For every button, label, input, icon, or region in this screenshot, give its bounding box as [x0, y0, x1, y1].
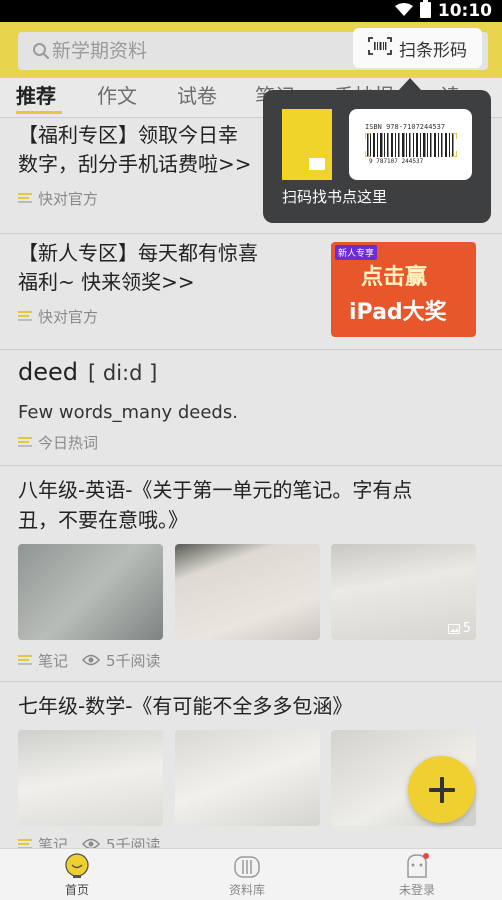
card-source: 快对官方 [38, 307, 99, 326]
card-source: 今日热词 [38, 433, 99, 452]
book-illustration [282, 109, 332, 180]
barcode-number: 9 787107 244537 [369, 158, 424, 165]
note-image[interactable] [175, 730, 320, 826]
note-image[interactable] [18, 730, 163, 826]
tab-exam[interactable]: 试卷 [177, 82, 217, 110]
nav-profile[interactable]: 未登录 [367, 853, 467, 899]
nav-label-profile: 未登录 [398, 883, 435, 897]
eye-icon [82, 838, 101, 848]
feed-card-english-note[interactable]: 八年级-英语-《关于第一单元的笔记。字有点 丑，不要在意哦。》 5 笔记 5千阅… [0, 466, 502, 682]
card-title-line2: 福利~ 快来领奖>> [18, 270, 195, 294]
card-category: 笔记 [38, 651, 69, 670]
feed: 【福利专区】领取今日幸 数字，刮分手机话费啦>> 数字 快对官方 【新人专区】每… [0, 118, 502, 848]
card-source: 快对官方 [38, 189, 99, 208]
banner-line1: 点击赢 [361, 265, 428, 290]
eye-icon [82, 654, 101, 666]
battery-icon [419, 0, 431, 22]
banner-line2: iPad大奖 [349, 300, 447, 325]
nav-home[interactable]: 首页 [27, 853, 127, 899]
nav-label-library: 资料库 [228, 883, 265, 897]
barcode-illustration: ISBN 978-7107244537 9 787107 244537 [349, 109, 472, 180]
wifi-icon [394, 2, 413, 21]
list-icon [18, 193, 32, 203]
scan-hint-tooltip[interactable]: ISBN 978-7107244537 9 787107 244537 扫码找书… [263, 90, 491, 223]
tab-recommend[interactable]: 推荐 [16, 82, 56, 110]
note-image[interactable]: 5 [331, 544, 476, 640]
card-meta: 笔记 5千阅读 [18, 834, 161, 848]
add-button[interactable] [408, 756, 475, 823]
card-meta: 笔记 5千阅读 [18, 650, 161, 670]
banner-tag: 新人专享 [335, 245, 378, 260]
card-title-line1: 七年级-数学-《有可能不全多多包涵》 [18, 694, 353, 718]
tab-indicator [16, 111, 62, 114]
feed-card-newcomer[interactable]: 【新人专区】每天都有惊喜 福利~ 快来领奖>> 新人专享 点击赢 iPad大奖 … [0, 234, 502, 350]
card-title-line2: 数字，刮分手机话费啦>> [18, 152, 252, 176]
feed-card-hot-word[interactable]: deed [ di:d ] Few words_many deeds. 今日热词 [0, 350, 502, 466]
search-placeholder: 新学期资料 [52, 40, 148, 62]
word-phonetic: [ di:d ] [88, 361, 158, 385]
card-title-line2: 丑，不要在意哦。》 [18, 508, 188, 532]
note-image[interactable] [18, 544, 163, 640]
nav-library[interactable]: 资料库 [197, 853, 297, 899]
barcode-icon [368, 37, 392, 59]
bottom-nav: 首页 资料库 未登录 [0, 848, 502, 900]
image-count: 5 [462, 621, 471, 636]
search-icon [32, 42, 50, 60]
card-meta: 快对官方 [18, 306, 98, 326]
word: deed [18, 358, 78, 386]
image-count-badge: 5 [447, 621, 471, 636]
card-meta: 快对官方 [18, 188, 98, 208]
profile-icon [407, 853, 429, 878]
scan-barcode-button[interactable]: 扫条形码 [353, 28, 482, 68]
word-title: deed [ di:d ] [18, 358, 157, 386]
list-icon [18, 311, 32, 321]
status-time: 10:10 [437, 1, 492, 21]
tab-composition[interactable]: 作文 [97, 82, 137, 110]
isbn-text: ISBN 978-7107244537 [365, 123, 446, 131]
home-bulb-icon [65, 853, 89, 878]
scan-label: 扫条形码 [399, 40, 467, 61]
card-title-line1: 【福利专区】领取今日幸 [18, 123, 238, 147]
card-title-line1: 八年级-英语-《关于第一单元的笔记。字有点 [18, 478, 413, 502]
list-icon [18, 839, 32, 848]
read-count: 5千阅读 [106, 651, 161, 670]
nav-label-home: 首页 [64, 883, 89, 897]
card-category: 笔记 [38, 835, 69, 849]
tooltip-text: 扫码找书点这里 [282, 188, 388, 206]
note-image[interactable] [175, 544, 320, 640]
card-title-line1: 【新人专区】每天都有惊喜 [18, 241, 258, 265]
image-icon [447, 623, 460, 634]
barcode-graphic [365, 133, 457, 157]
status-bar: 10:10 [0, 0, 502, 22]
list-icon [18, 437, 32, 447]
ipad-promo-banner[interactable]: 新人专享 点击赢 iPad大奖 [331, 242, 476, 337]
library-icon [234, 856, 260, 878]
list-icon [18, 655, 32, 665]
read-count: 5千阅读 [106, 835, 161, 849]
plus-icon [428, 776, 455, 803]
word-definition: Few words_many deeds. [18, 402, 238, 423]
card-meta: 今日热词 [18, 432, 98, 452]
